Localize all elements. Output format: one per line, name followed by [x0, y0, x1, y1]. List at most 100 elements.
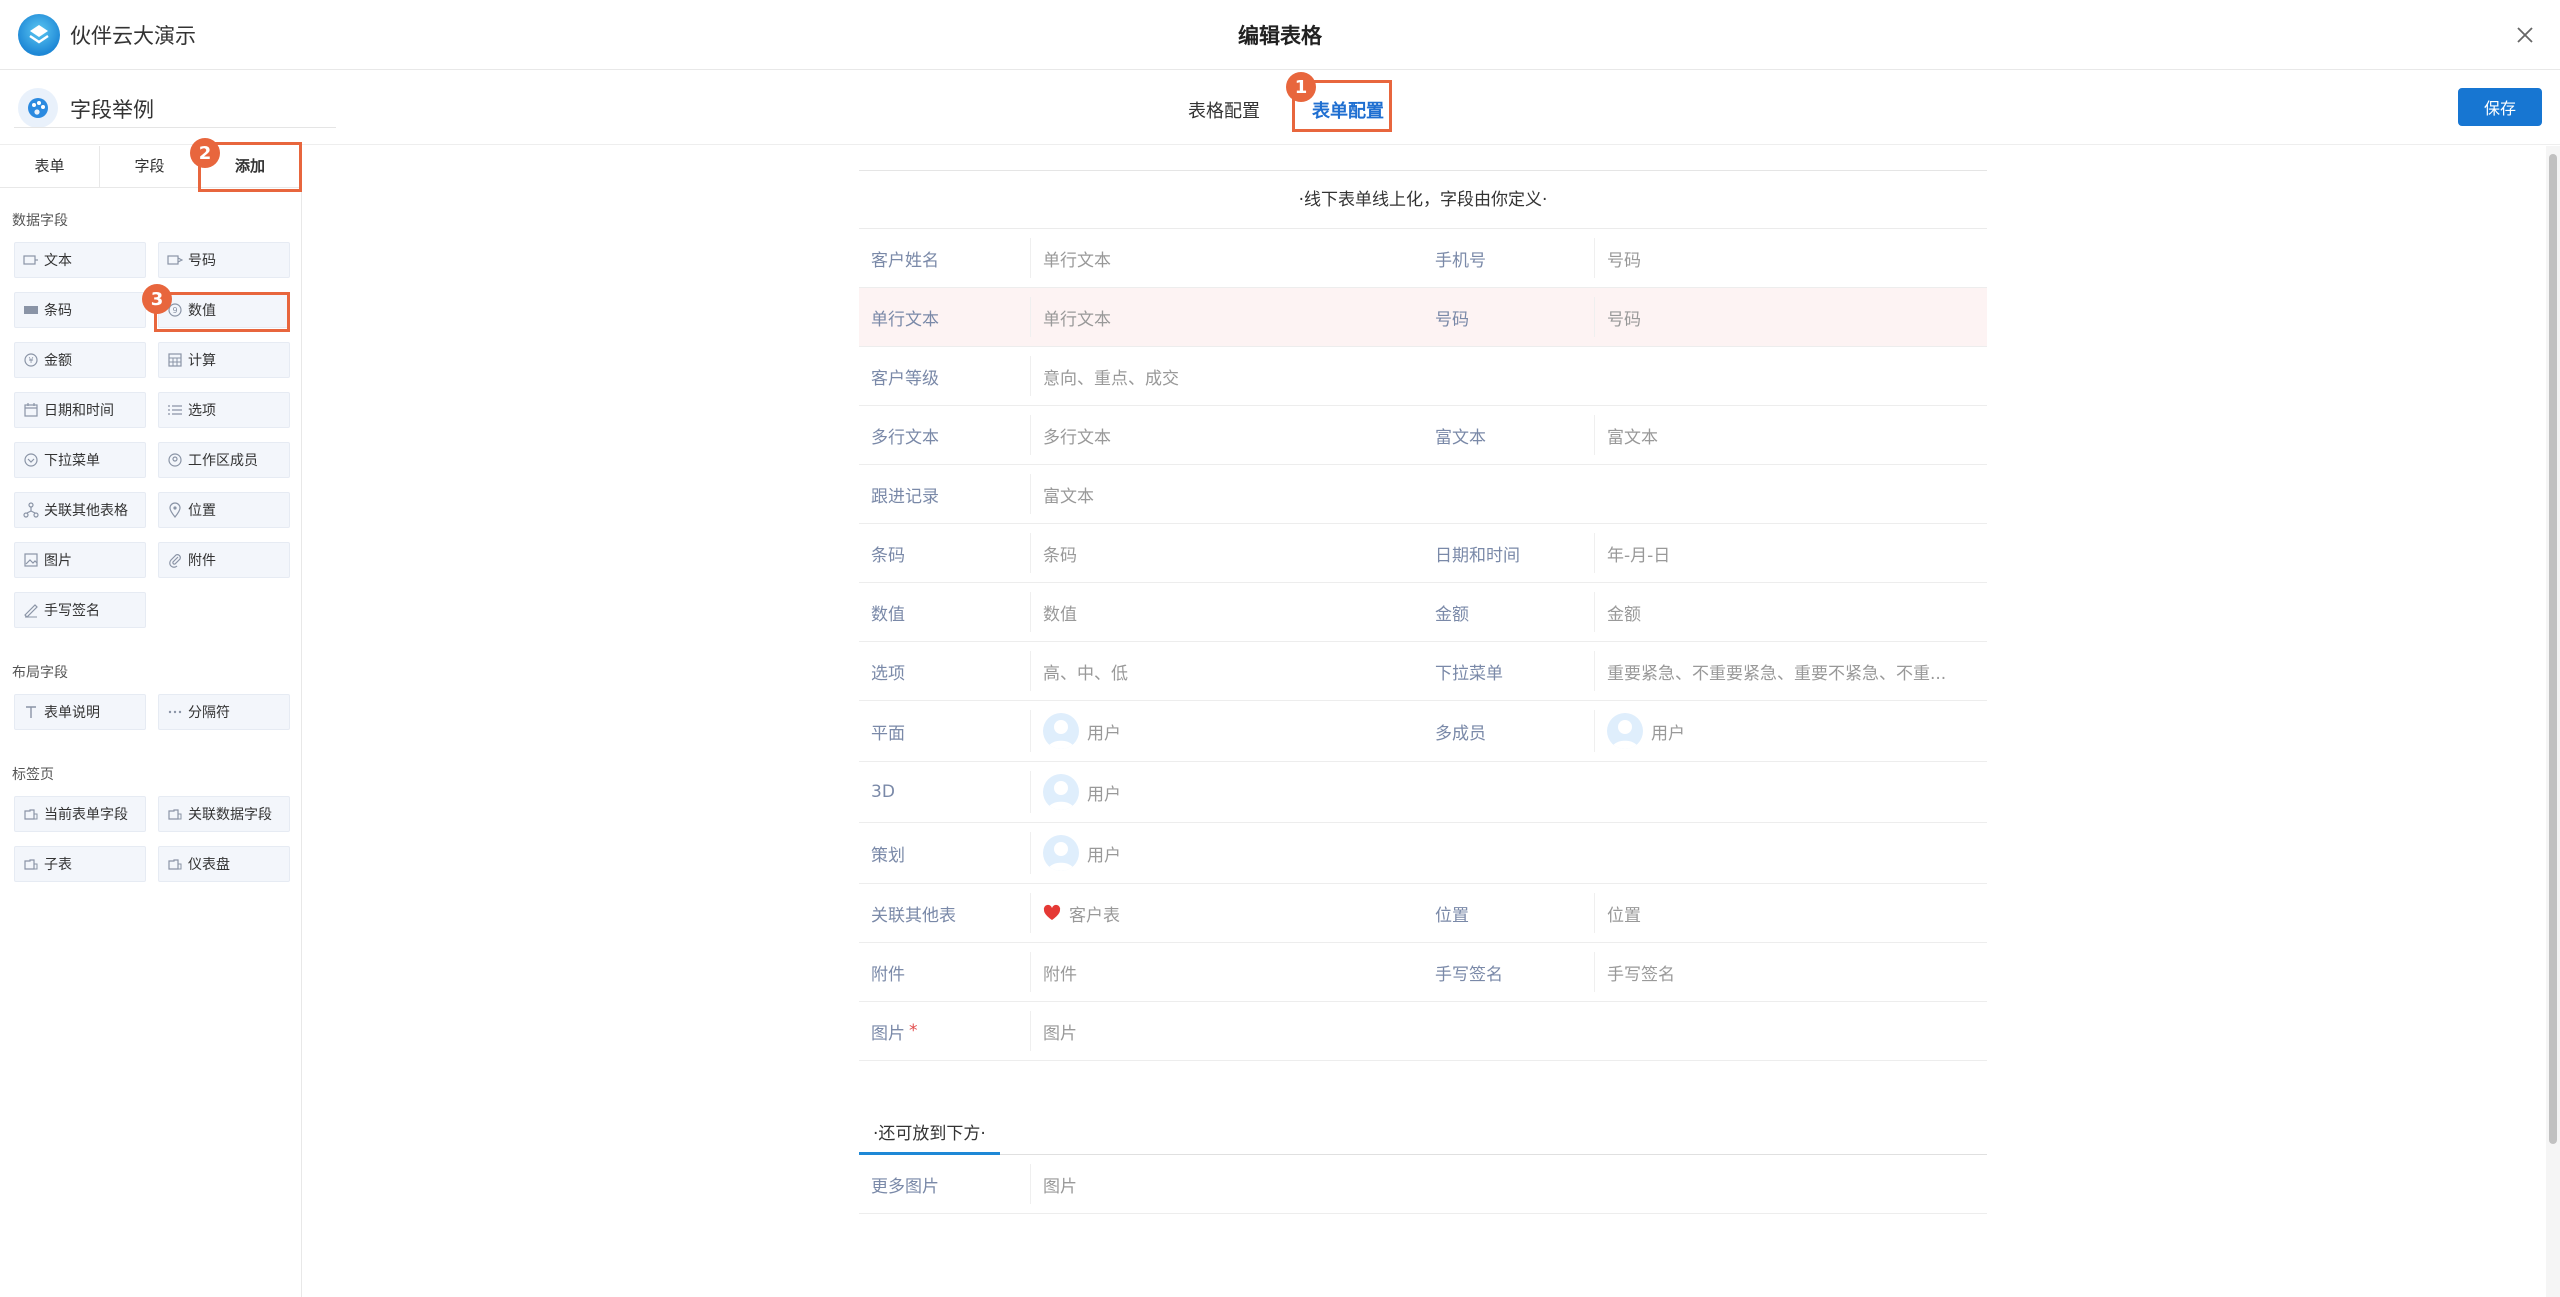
text-t-icon: [23, 704, 39, 720]
form-cell[interactable]: 策划 用户: [859, 823, 1981, 883]
form-row[interactable]: 平面 用户 多成员 用户: [859, 701, 1987, 762]
form-cell[interactable]: 手写签名 手写签名: [1423, 943, 1987, 1001]
form-cell[interactable]: 图片 * 图片: [859, 1002, 1981, 1060]
field-value: 手写签名: [1607, 964, 1675, 985]
member-icon: [167, 452, 183, 468]
field-label: 客户等级: [859, 355, 1031, 397]
field-related-data-button[interactable]: 关联数据字段: [158, 796, 290, 832]
annotation-badge: 2: [190, 138, 220, 168]
field-dashboard-button[interactable]: 仪表盘: [158, 846, 290, 882]
form-row[interactable]: 多行文本 多行文本 富文本 富文本: [859, 406, 1987, 465]
field-location-button[interactable]: 位置: [158, 492, 290, 528]
scrollbar[interactable]: [2546, 146, 2560, 1297]
field-label: 下拉菜单: [44, 453, 100, 469]
form-row[interactable]: 跟进记录 富文本: [859, 465, 1987, 524]
field-label: 3D: [859, 771, 1031, 813]
field-label: 下拉菜单: [1423, 650, 1595, 692]
field-dropdown-button[interactable]: 下拉菜单: [14, 442, 146, 478]
save-button[interactable]: 保存: [2458, 88, 2542, 126]
field-form-note-button[interactable]: 表单说明: [14, 694, 146, 730]
form-description[interactable]: ·线下表单线上化，字段由你定义·: [859, 171, 1987, 229]
form-cell[interactable]: 条码 条码: [859, 524, 1423, 582]
field-label: 数值: [859, 591, 1031, 633]
field-subtable-button[interactable]: 子表: [14, 846, 146, 882]
form-cell[interactable]: 金额 金额: [1423, 583, 1987, 641]
form-cell[interactable]: 平面 用户: [859, 701, 1423, 761]
form-cell[interactable]: 下拉菜单 重要紧急、不重要紧急、重要不紧急、不重...: [1423, 642, 1987, 700]
field-value: 附件: [1043, 964, 1077, 985]
field-label: 多行文本: [859, 414, 1031, 456]
form-cell[interactable]: 客户等级 意向、重点、成交: [859, 347, 1981, 405]
field-label: 平面: [859, 710, 1031, 752]
form-row[interactable]: 3D 用户: [859, 762, 1987, 823]
field-value: 用户: [1595, 713, 1987, 749]
form-cell[interactable]: 多行文本 多行文本: [859, 406, 1423, 464]
form-cell[interactable]: 3D 用户: [859, 762, 1981, 822]
field-value: 单行文本: [1043, 250, 1111, 271]
form-row[interactable]: 关联其他表 客户表 位置 位置: [859, 884, 1987, 943]
form-cell[interactable]: 数值 数值: [859, 583, 1423, 641]
field-label: 手写签名: [44, 603, 100, 619]
tab-table-config[interactable]: 表格配置: [1180, 93, 1268, 127]
form-cell[interactable]: 单行文本 单行文本: [859, 288, 1423, 346]
form-cell[interactable]: 选项 高、中、低: [859, 642, 1423, 700]
form-cell[interactable]: 日期和时间 年-月-日: [1423, 524, 1987, 582]
form-cell[interactable]: 跟进记录 富文本: [859, 465, 1981, 523]
form-row-selected[interactable]: 单行文本 单行文本 号码 号码: [859, 288, 1987, 347]
form-row[interactable]: 更多图片 图片: [859, 1155, 1987, 1214]
field-label: 多成员: [1423, 710, 1595, 752]
field-label: 当前表单字段: [44, 807, 128, 823]
form-row[interactable]: 客户姓名 单行文本 手机号 号码: [859, 229, 1987, 288]
sidebar-tab-form[interactable]: 表单: [0, 146, 100, 187]
form-cell[interactable]: 位置 位置: [1423, 884, 1987, 942]
field-currency-button[interactable]: ¥ 金额: [14, 342, 146, 378]
form-row[interactable]: 客户等级 意向、重点、成交: [859, 347, 1987, 406]
field-label: 跟进记录: [859, 473, 1031, 515]
sidebar-tab-fields[interactable]: 字段: [100, 146, 200, 187]
form-row[interactable]: 策划 用户: [859, 823, 1987, 884]
form-cell[interactable]: 客户姓名 单行文本: [859, 229, 1423, 287]
form-row[interactable]: 图片 * 图片: [859, 1002, 1987, 1061]
field-options-button[interactable]: 选项: [158, 392, 290, 428]
field-label: 计算: [188, 353, 216, 369]
form-row[interactable]: 条码 条码 日期和时间 年-月-日: [859, 524, 1987, 583]
field-number-button[interactable]: 号码: [158, 242, 290, 278]
field-relation-button[interactable]: 关联其他表格: [14, 492, 146, 528]
form-cell[interactable]: 手机号 号码: [1423, 229, 1987, 287]
form-row[interactable]: 附件 附件 手写签名 手写签名: [859, 943, 1987, 1002]
form-cell[interactable]: 更多图片 图片: [859, 1155, 1981, 1213]
annotation-badge: 1: [1286, 72, 1316, 102]
close-icon[interactable]: [2508, 18, 2542, 52]
field-value: 重要紧急、不重要紧急、重要不紧急、不重...: [1607, 663, 1947, 684]
section-tab[interactable]: ·还可放到下方·: [859, 1115, 1000, 1155]
field-value: 数值: [1043, 604, 1077, 625]
field-label: 表单说明: [44, 705, 100, 721]
field-member-button[interactable]: 工作区成员: [158, 442, 290, 478]
scrollbar-thumb[interactable]: [2549, 154, 2557, 1144]
field-label: 选项: [859, 650, 1031, 692]
field-calc-button[interactable]: 计算: [158, 342, 290, 378]
field-text-button[interactable]: 文本: [14, 242, 146, 278]
field-signature-button[interactable]: 手写签名: [14, 592, 146, 628]
field-value: 用户: [1031, 835, 1981, 871]
field-datetime-button[interactable]: 日期和时间: [14, 392, 146, 428]
form-cell[interactable]: 多成员 用户: [1423, 701, 1987, 761]
field-label: 选项: [188, 403, 216, 419]
field-label: 更多图片: [859, 1163, 1031, 1205]
field-current-form-button[interactable]: 当前表单字段: [14, 796, 146, 832]
field-label: 策划: [859, 832, 1031, 874]
form-cell[interactable]: 关联其他表 客户表: [859, 884, 1423, 942]
field-attachment-button[interactable]: 附件: [158, 542, 290, 578]
number-field-icon: [167, 252, 183, 268]
form-cell[interactable]: 附件 附件: [859, 943, 1423, 1001]
field-label: 客户姓名: [859, 237, 1031, 279]
form-row[interactable]: 选项 高、中、低 下拉菜单 重要紧急、不重要紧急、重要不紧急、不重...: [859, 642, 1987, 701]
field-barcode-button[interactable]: 条码: [14, 292, 146, 328]
field-value: 金额: [1607, 604, 1641, 625]
form-cell[interactable]: 富文本 富文本: [1423, 406, 1987, 464]
field-value: 高、中、低: [1043, 663, 1128, 684]
form-row[interactable]: 数值 数值 金额 金额: [859, 583, 1987, 642]
form-cell[interactable]: 号码 号码: [1423, 288, 1987, 346]
field-separator-button[interactable]: 分隔符: [158, 694, 290, 730]
field-image-button[interactable]: 图片: [14, 542, 146, 578]
